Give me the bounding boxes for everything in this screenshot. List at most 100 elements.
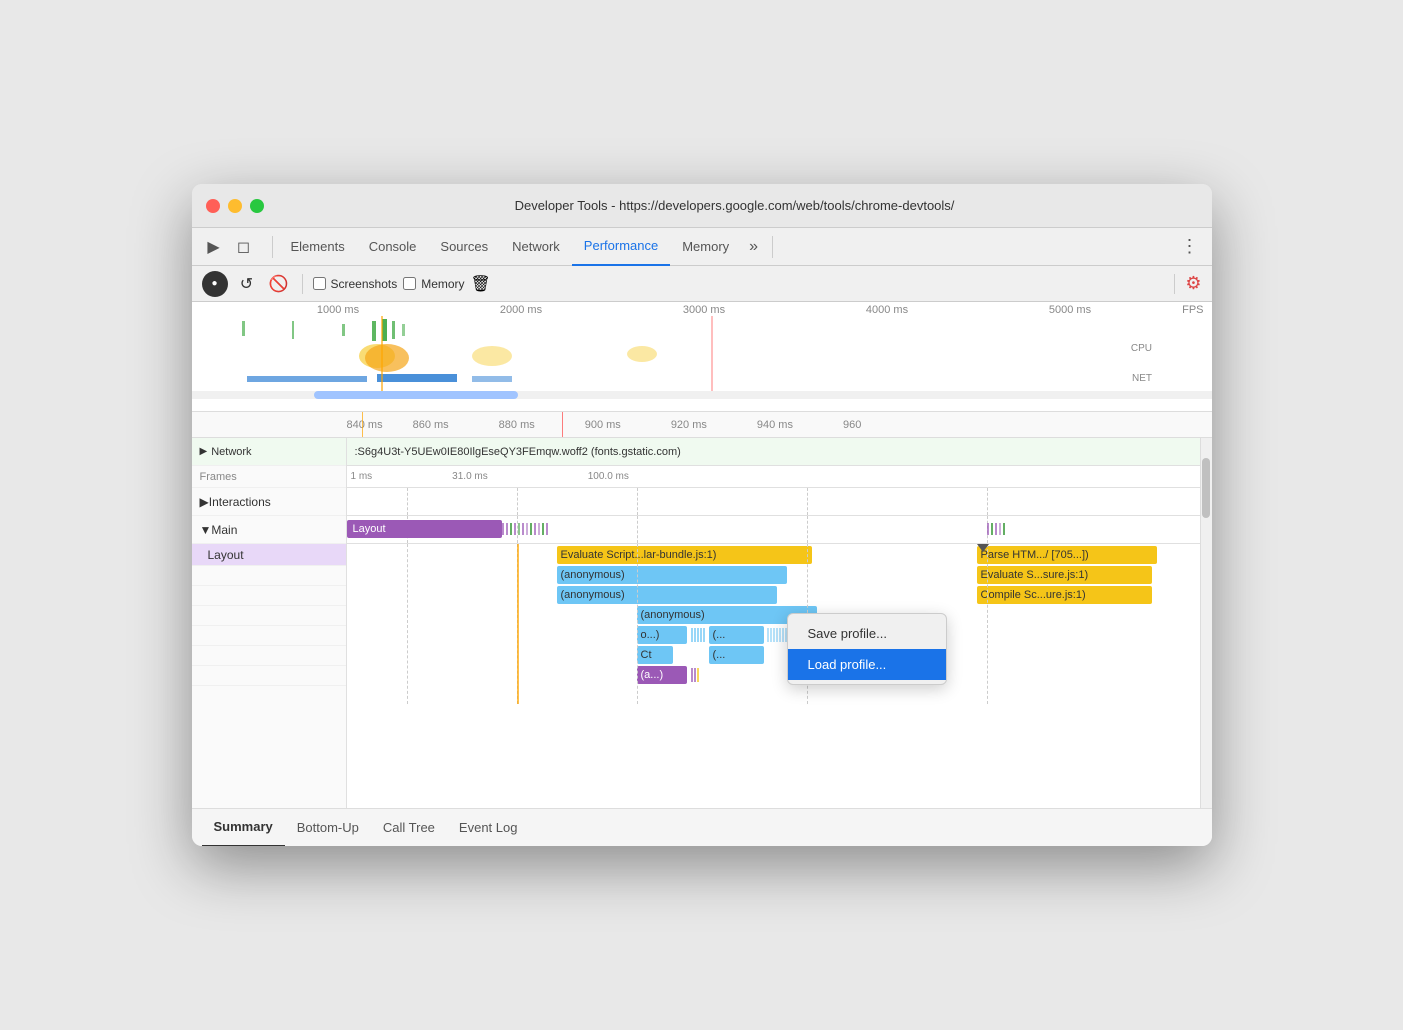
flame-block-eval-script[interactable]: Evaluate Script...lar-bundle.js:1)	[557, 546, 812, 564]
tick5	[518, 523, 520, 535]
clear-button[interactable]: 🚫	[266, 271, 292, 297]
track-label-empty6	[192, 666, 346, 686]
memory-checkbox[interactable]	[403, 277, 416, 290]
tab-sources[interactable]: Sources	[428, 228, 500, 266]
main-content: ▶ Network Frames ▶ Interactions ▼ Main L…	[192, 438, 1212, 808]
titlebar: Developer Tools - https://developers.goo…	[192, 184, 1212, 228]
tick-g2-3	[773, 628, 775, 642]
flame-marker-orange	[517, 544, 519, 704]
flame-block-eval-s[interactable]: Evaluate S...sure.js:1)	[977, 566, 1152, 584]
track-label-interactions[interactable]: ▶ Interactions	[192, 488, 346, 516]
ruler-t5: 940 ms	[757, 419, 793, 431]
network-label-text: Network	[211, 446, 251, 458]
bottom-tab-call-tree[interactable]: Call Tree	[371, 809, 447, 847]
cursor-marker	[977, 544, 989, 552]
ruler-t1: 860 ms	[413, 419, 449, 431]
tick8	[530, 523, 532, 535]
context-menu-load-profile[interactable]: Load profile...	[788, 649, 946, 680]
frames-val2: 31.0 ms	[452, 471, 488, 482]
close-button[interactable]	[206, 199, 220, 213]
flame-block-anon2[interactable]: (anonymous)	[557, 586, 777, 604]
vline-f3	[637, 544, 638, 704]
bottom-tab-bottom-up[interactable]: Bottom-Up	[285, 809, 371, 847]
tick11	[542, 523, 544, 535]
screenshots-group: Screenshots	[313, 277, 398, 291]
memory-label: Memory	[421, 277, 464, 291]
flame-block-o[interactable]: o...)	[637, 626, 687, 644]
track-label-main[interactable]: ▼ Main	[192, 516, 346, 544]
tick-g1-4	[700, 628, 702, 642]
reload-button[interactable]: ↺	[234, 271, 260, 297]
interactions-track-row	[347, 488, 1200, 516]
flame-block-label-3: (anonymous)	[641, 609, 705, 621]
main-scrollbar[interactable]	[1200, 438, 1212, 808]
frames-track-row: 1 ms 31.0 ms 100.0 ms	[347, 466, 1200, 488]
tabbar-icons: ▶ ◻	[200, 233, 258, 261]
scrollbar-thumb-main[interactable]	[1202, 458, 1210, 518]
tick-g1-3	[697, 628, 699, 642]
track-label-network[interactable]: ▶ Network	[192, 438, 346, 466]
main-label-text: Main	[211, 523, 237, 537]
device-icon[interactable]: ◻	[230, 233, 258, 261]
network-track-row: :S6g4U3t-Y5UEw0IE80IlgEseQY3FEmqw.woff2 …	[347, 438, 1200, 466]
tick4	[514, 523, 516, 535]
overview-chart[interactable]: CPU NET	[192, 316, 1212, 391]
screenshots-label: Screenshots	[331, 277, 398, 291]
tick2	[506, 523, 508, 535]
flame-block-a[interactable]: (a...)	[637, 666, 687, 684]
flame-block-compile-sc[interactable]: Compile Sc...ure.js:1)	[977, 586, 1152, 604]
tick3	[510, 523, 512, 535]
tick9	[534, 523, 536, 535]
screenshots-checkbox[interactable]	[313, 277, 326, 290]
flame-block-parse-html[interactable]: Parse HTM.../ [705...])	[977, 546, 1157, 564]
kebab-menu-icon[interactable]: ⋮	[1176, 233, 1204, 261]
layout-bar-text: Layout	[353, 523, 386, 535]
overview-ruler: 1000 ms 2000 ms 3000 ms 4000 ms 5000 ms …	[192, 302, 1212, 316]
maximize-button[interactable]	[250, 199, 264, 213]
flame-block-ct[interactable]: Ct	[637, 646, 673, 664]
tick12	[546, 523, 548, 535]
context-menu: Save profile... Load profile...	[787, 613, 947, 685]
tab-memory[interactable]: Memory	[670, 228, 741, 266]
tab-network[interactable]: Network	[500, 228, 572, 266]
tabbar: ▶ ◻ Elements Console Sources Network Per…	[192, 228, 1212, 266]
tick-g1-5	[703, 628, 705, 642]
track-label-layout[interactable]: Layout	[192, 544, 346, 566]
settings-icon[interactable]: ⚙	[1185, 273, 1201, 294]
ruler-mark-4: 4000 ms	[796, 304, 979, 316]
frames-val3: 100.0 ms	[588, 471, 629, 482]
layout-bar[interactable]: Layout	[347, 520, 502, 538]
overview-panel: 1000 ms 2000 ms 3000 ms 4000 ms 5000 ms …	[192, 302, 1212, 412]
tab-console[interactable]: Console	[357, 228, 429, 266]
ruler-mark-1: 1000 ms	[247, 304, 430, 316]
toolbar: ● ↺ 🚫 Screenshots Memory 🗑 ⚙	[192, 266, 1212, 302]
tick-g2-2	[770, 628, 772, 642]
bottom-tab-summary[interactable]: Summary	[202, 809, 285, 847]
frames-label-text: Frames	[200, 471, 237, 483]
tabbar-divider2	[772, 236, 773, 258]
tick-g3-2	[694, 668, 696, 682]
tab-elements[interactable]: Elements	[279, 228, 357, 266]
tab-more-button[interactable]: »	[741, 238, 766, 256]
interactions-label-text: Interactions	[209, 495, 271, 509]
scrollbar-thumb[interactable]	[314, 391, 518, 399]
flame-block-open-paren1[interactable]: (...	[709, 626, 764, 644]
vline-f5	[987, 544, 988, 704]
network-arrow-icon: ▶	[200, 446, 208, 457]
flame-block-open-paren2[interactable]: (...	[709, 646, 764, 664]
chart-svg: CPU NET	[192, 316, 1212, 391]
flame-block-label-9: Parse HTM.../ [705...])	[981, 549, 1089, 561]
minimize-button[interactable]	[228, 199, 242, 213]
track-label-frames[interactable]: Frames	[192, 466, 346, 488]
trash-icon[interactable]: 🗑	[471, 274, 491, 294]
overview-scrollbar[interactable]	[192, 391, 1212, 399]
cursor-icon[interactable]: ▶	[200, 233, 228, 261]
tab-performance[interactable]: Performance	[572, 228, 670, 266]
bottom-tab-event-log[interactable]: Event Log	[447, 809, 530, 847]
flame-block-anon1[interactable]: (anonymous)	[557, 566, 787, 584]
memory-group: Memory	[403, 277, 464, 291]
context-menu-save-profile[interactable]: Save profile...	[788, 618, 946, 649]
record-button[interactable]: ●	[202, 271, 228, 297]
track-label-empty5	[192, 646, 346, 666]
main-arrow-icon: ▼	[200, 523, 212, 537]
